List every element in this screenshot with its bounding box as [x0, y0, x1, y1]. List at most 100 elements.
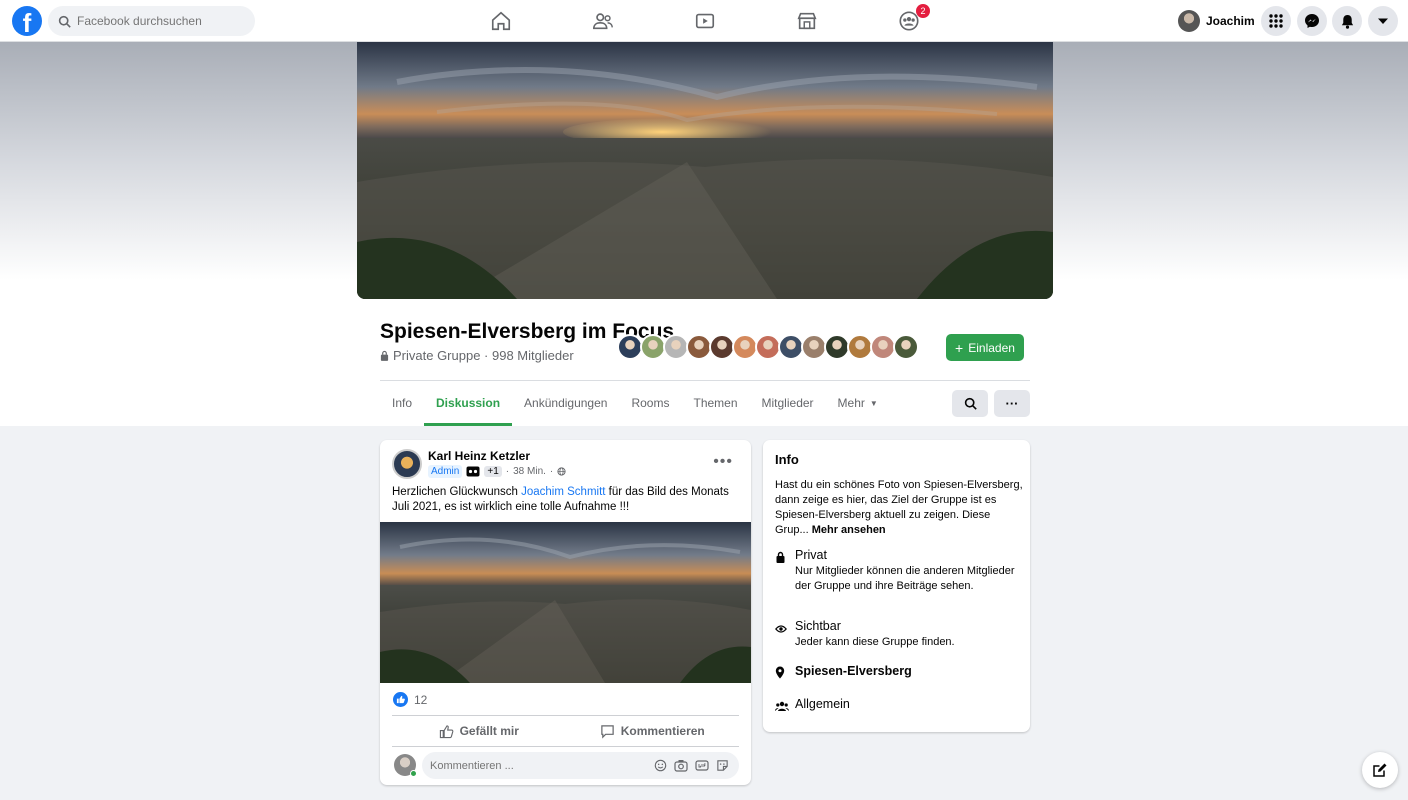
camera-icon[interactable]	[674, 759, 688, 772]
user-name: Joachim	[1206, 14, 1255, 28]
comment-icon	[601, 724, 614, 739]
post-text: Herzlichen Glückwunsch Joachim Schmitt f…	[392, 485, 742, 515]
group-privacy-and-members: Private Gruppe · 998 Mitglieder	[393, 348, 574, 363]
tab-ank-ndigungen[interactable]: Ankündigungen	[512, 382, 619, 426]
member-avatar[interactable]	[893, 334, 919, 360]
lock-icon	[380, 350, 389, 361]
globe-icon	[557, 467, 566, 476]
search-icon	[58, 15, 71, 28]
see-more-link[interactable]: Mehr ansehen	[812, 524, 886, 536]
menu-grid-icon[interactable]	[1261, 6, 1291, 36]
groups-notification-badge: 2	[916, 4, 930, 18]
group-info-card: Info Hast du ein schönes Foto von Spiese…	[763, 440, 1030, 732]
group-header: Spiesen-Elversberg im Focus Private Grup…	[0, 42, 1408, 426]
invite-button[interactable]: + Einladen	[946, 334, 1024, 361]
group-cover-photo[interactable]	[357, 42, 1053, 299]
gif-icon[interactable]	[695, 759, 709, 772]
like-reaction-icon	[393, 692, 408, 707]
notifications-icon[interactable]	[1332, 6, 1362, 36]
tab-mehr[interactable]: Mehr ▼	[826, 382, 890, 426]
visibility-title: Sichtbar	[795, 619, 841, 633]
tab-label: Info	[392, 396, 413, 410]
separator-dot: ·	[505, 466, 510, 477]
post-meta: Admin +1 · 38 Min. ·	[428, 465, 566, 478]
friends-icon[interactable]	[590, 8, 616, 34]
admin-badge[interactable]: Admin	[428, 465, 463, 478]
group-search-button[interactable]	[952, 390, 988, 417]
search-input[interactable]	[77, 14, 237, 28]
like-button[interactable]: Gefällt mir	[392, 716, 566, 746]
compose-icon	[1373, 763, 1387, 777]
visibility-row: Sichtbar Jeder kann diese Gruppe finden.	[775, 619, 1020, 650]
caret-down-icon: ▼	[869, 399, 878, 408]
tab-label: Ankündigungen	[524, 396, 608, 410]
account-dropdown-icon[interactable]	[1368, 6, 1398, 36]
post-text-before: Herzlichen Glückwunsch	[392, 486, 522, 498]
invite-button-label: Einladen	[968, 340, 1015, 355]
privacy-title: Privat	[795, 548, 827, 562]
comment-composer[interactable]	[422, 752, 739, 779]
group-description: Hast du ein schönes Foto von Spiesen-Elv…	[775, 478, 1025, 538]
reaction-summary[interactable]: 12	[393, 692, 427, 707]
marketplace-icon[interactable]	[794, 8, 820, 34]
group-badge-icon[interactable]	[466, 466, 480, 477]
thumbs-up-icon	[439, 724, 453, 738]
mention-link[interactable]: Joachim Schmitt	[521, 486, 605, 498]
plus-icon: +	[955, 339, 964, 356]
tab-label: Mitglieder	[761, 396, 814, 410]
privacy-description: Nur Mitglieder können die anderen Mitgli…	[795, 565, 1015, 592]
group-tabs: Info Diskussion Ankündigungen Rooms Themen Mi…	[380, 382, 890, 426]
member-avatar-stack[interactable]	[617, 334, 919, 360]
emoji-icon[interactable]	[654, 759, 667, 772]
tab-themen[interactable]: Themen	[681, 382, 749, 426]
more-options-button[interactable]: ···	[994, 390, 1030, 417]
tab-info[interactable]: Info	[380, 382, 424, 426]
online-status-indicator	[410, 770, 417, 777]
tab-label: Rooms	[631, 396, 670, 410]
eye-icon	[775, 625, 787, 633]
messenger-icon[interactable]	[1297, 6, 1327, 36]
post-author-name[interactable]: Karl Heinz Ketzler	[428, 449, 530, 463]
comment-button-label: Kommentieren	[620, 724, 705, 738]
privacy-row: Privat Nur Mitglieder können die anderen…	[775, 548, 1020, 594]
search-icon	[964, 397, 977, 410]
top-navigation-bar: f 2 Joachim	[0, 0, 1408, 42]
comment-input[interactable]	[430, 759, 640, 772]
search-bar[interactable]	[48, 6, 255, 36]
facebook-logo[interactable]: f	[12, 6, 42, 36]
category-name: Allgemein	[795, 697, 850, 711]
profile-shortcut[interactable]: Joachim	[1178, 8, 1255, 34]
post-photo[interactable]	[380, 522, 751, 683]
post-options-button[interactable]: •••	[713, 454, 733, 470]
lock-icon	[776, 551, 785, 563]
location-row[interactable]: Spiesen-Elversberg	[775, 664, 1020, 684]
category-row: Allgemein	[775, 697, 1020, 717]
tab-label: Mehr	[837, 396, 865, 410]
sticker-icon[interactable]	[716, 759, 729, 772]
home-icon[interactable]	[488, 8, 514, 34]
post-author-avatar[interactable]	[392, 449, 422, 479]
tab-label: Diskussion	[436, 396, 501, 410]
group-people-icon	[775, 701, 789, 711]
tab-mitglieder[interactable]: Mitglieder	[750, 382, 826, 426]
more-badges[interactable]: +1	[484, 466, 502, 477]
like-button-label: Gefällt mir	[459, 724, 519, 738]
comment-button[interactable]: Kommentieren	[566, 716, 740, 746]
user-avatar	[1178, 10, 1200, 32]
info-card-title: Info	[775, 452, 799, 467]
location-pin-icon	[775, 666, 785, 679]
like-count: 12	[414, 692, 428, 707]
group-meta: Private Gruppe · 998 Mitglieder	[380, 348, 574, 363]
header-divider	[380, 380, 1030, 381]
post-time[interactable]: 38 Min.	[513, 466, 546, 477]
post-card: Karl Heinz Ketzler Admin +1 · 38 Min. · …	[380, 440, 751, 785]
divider	[392, 746, 739, 747]
watch-icon[interactable]	[692, 8, 718, 34]
tab-label: Themen	[693, 396, 738, 410]
groups-icon[interactable]: 2	[896, 4, 930, 34]
tab-rooms[interactable]: Rooms	[619, 382, 681, 426]
tab-diskussion[interactable]: Diskussion	[424, 382, 513, 426]
new-message-button[interactable]	[1362, 752, 1398, 788]
visibility-description: Jeder kann diese Gruppe finden.	[795, 636, 955, 648]
separator-dot: ·	[549, 466, 554, 477]
